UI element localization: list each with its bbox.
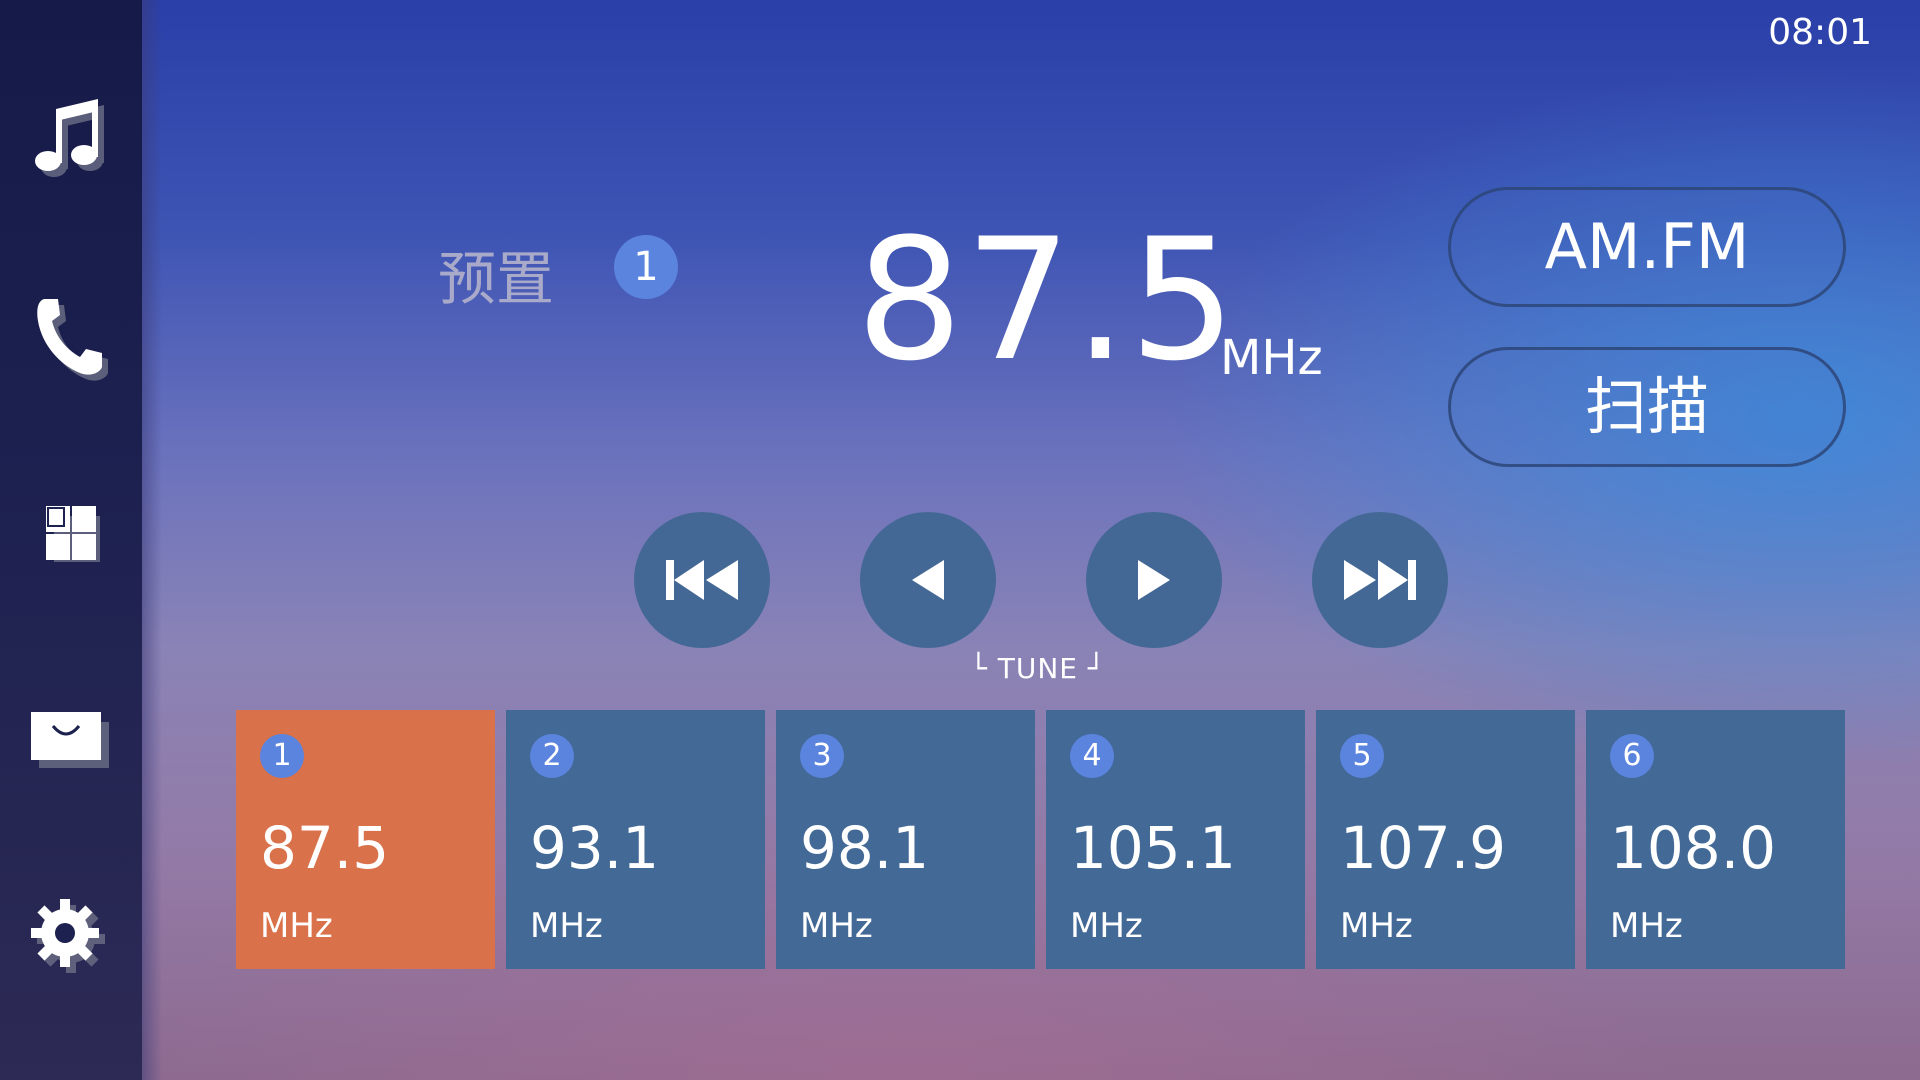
frequency-unit: MHz — [1220, 330, 1323, 386]
preset-tile-2[interactable]: 2 93.1 MHz — [506, 710, 765, 969]
preset-number-badge: 1 — [260, 734, 304, 778]
preset-number-badge: 2 — [530, 734, 574, 778]
sidebar-item-media[interactable] — [22, 690, 118, 786]
preset-number-badge: 1 — [614, 235, 678, 299]
sidebar-item-settings[interactable] — [22, 890, 118, 986]
preset-number-badge: 4 — [1070, 734, 1114, 778]
sidebar-item-apps[interactable] — [22, 486, 118, 582]
skip-forward-icon — [1344, 560, 1416, 600]
tune-label: └ TUNE ┘ — [970, 652, 1106, 685]
preset-tile-5[interactable]: 5 107.9 MHz — [1316, 710, 1575, 969]
preset-tile-4[interactable]: 4 105.1 MHz — [1046, 710, 1305, 969]
preset-unit: MHz — [260, 906, 333, 946]
preset-frequency: 93.1 — [530, 814, 660, 882]
am-fm-button[interactable]: AM.FM — [1448, 187, 1846, 307]
tray-icon — [31, 712, 109, 768]
current-frequency: 87.5 — [856, 202, 1239, 398]
seek-forward-button[interactable] — [1312, 512, 1448, 648]
phone-icon — [37, 299, 108, 381]
sidebar-divider — [142, 0, 162, 1080]
preset-frequency: 87.5 — [260, 814, 390, 882]
preset-frequency: 98.1 — [800, 814, 930, 882]
preset-number-badge: 5 — [1340, 734, 1384, 778]
preset-unit: MHz — [1070, 906, 1143, 946]
preset-unit: MHz — [530, 906, 603, 946]
triangle-left-icon — [912, 560, 944, 600]
preset-number-badge: 3 — [800, 734, 844, 778]
scan-button[interactable]: 扫描 — [1448, 347, 1846, 467]
preset-tile-3[interactable]: 3 98.1 MHz — [776, 710, 1035, 969]
seek-back-button[interactable] — [634, 512, 770, 648]
preset-number-badge: 6 — [1610, 734, 1654, 778]
music-note-icon — [35, 99, 104, 177]
preset-tile-1[interactable]: 1 87.5 MHz — [236, 710, 495, 969]
grid-icon — [46, 506, 100, 562]
preset-frequency: 105.1 — [1070, 814, 1237, 882]
preset-frequency: 107.9 — [1340, 814, 1507, 882]
preset-tile-6[interactable]: 6 108.0 MHz — [1586, 710, 1845, 969]
sidebar — [0, 0, 142, 1080]
tune-down-button[interactable] — [860, 512, 996, 648]
preset-unit: MHz — [800, 906, 873, 946]
triangle-right-icon — [1138, 560, 1170, 600]
preset-label: 预置 — [438, 245, 555, 313]
tune-up-button[interactable] — [1086, 512, 1222, 648]
preset-frequency: 108.0 — [1610, 814, 1777, 882]
preset-unit: MHz — [1610, 906, 1683, 946]
skip-back-icon — [666, 560, 738, 600]
sidebar-item-music[interactable] — [22, 92, 118, 188]
gear-icon — [31, 899, 105, 973]
sidebar-item-phone[interactable] — [22, 290, 118, 386]
preset-unit: MHz — [1340, 906, 1413, 946]
clock: 08:01 — [1768, 12, 1872, 53]
